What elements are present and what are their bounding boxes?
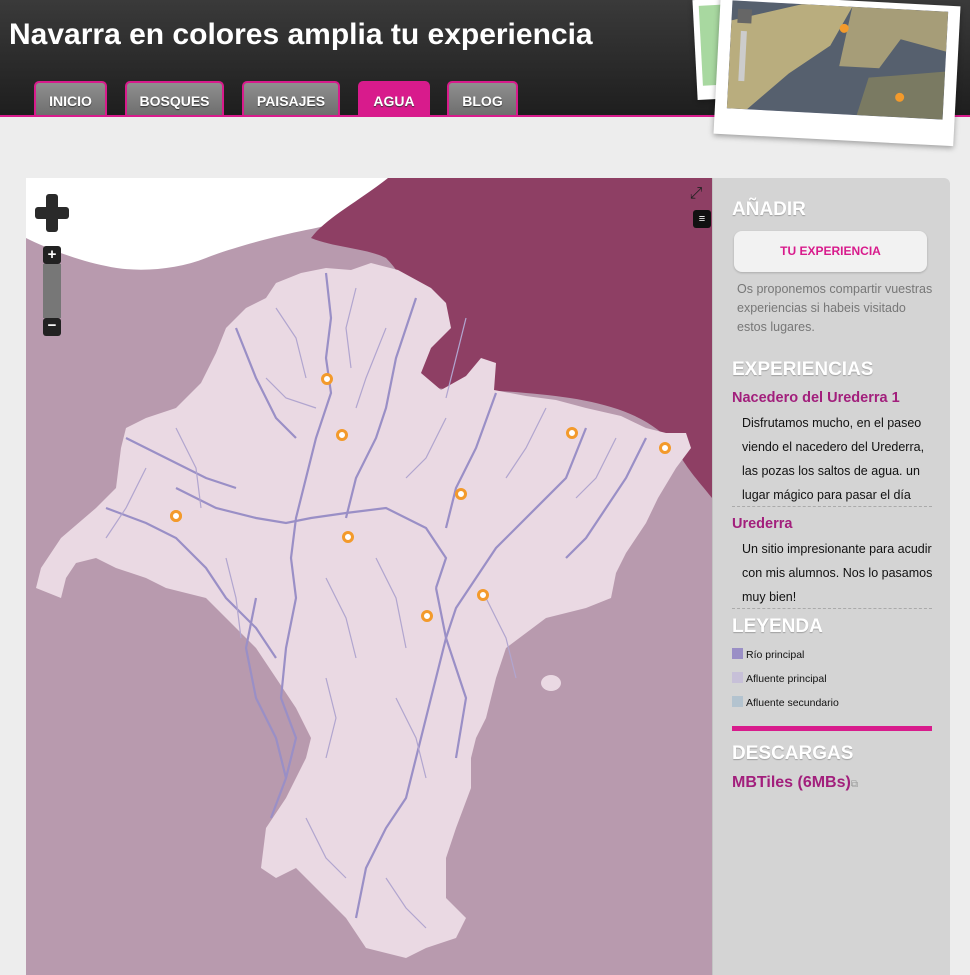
- pan-horizontal-arm: [35, 207, 69, 219]
- zoom-slider[interactable]: [43, 264, 61, 318]
- navarra-rivers-map[interactable]: + − ⤢ ≡: [26, 178, 712, 975]
- pan-control[interactable]: [35, 194, 69, 232]
- legend-label: Afluente secundario: [746, 697, 839, 709]
- add-heading: AÑADIR: [732, 199, 806, 220]
- divider: [732, 506, 932, 507]
- site-title: Navarra en colores amplia tu experiencia: [9, 18, 593, 51]
- legend-item: Afluente principal: [732, 672, 827, 686]
- experience-body: Disfrutamos mucho, en el paseo viendo el…: [742, 416, 925, 502]
- fullscreen-icon[interactable]: ⤢: [686, 184, 706, 204]
- legend-item: Río principal: [732, 648, 804, 662]
- sidebar: AÑADIR TU EXPERIENCIA Os proponemos comp…: [712, 178, 950, 975]
- nav-tab-bosques[interactable]: BOSQUES: [125, 81, 224, 115]
- mbtiles-download-link[interactable]: MBTiles (6MBs)⧉: [732, 774, 858, 792]
- nav-tab-inicio[interactable]: INICIO: [34, 81, 107, 115]
- external-link-icon: ⧉: [850, 779, 858, 790]
- downloads-heading: DESCARGAS: [732, 743, 854, 764]
- experiences-heading: EXPERIENCIAS: [732, 359, 874, 380]
- section-divider: [732, 726, 932, 731]
- experience-body: Un sitio impresionante para acudir con m…: [742, 542, 933, 604]
- legend-label: Río principal: [746, 649, 805, 661]
- legend-swatch: [732, 672, 743, 683]
- zoom-out-button[interactable]: −: [43, 318, 61, 336]
- add-experience-button[interactable]: TU EXPERIENCIA: [734, 231, 927, 272]
- legend-heading: LEYENDA: [732, 616, 823, 637]
- divider: [732, 608, 932, 609]
- nav-tab-paisajes[interactable]: PAISAJES: [242, 81, 340, 115]
- nav-tab-agua[interactable]: AGUA: [358, 81, 430, 115]
- zoom-in-button[interactable]: +: [43, 246, 61, 264]
- polaroid-map-thumbnail: [713, 0, 961, 147]
- layers-icon[interactable]: ≡: [693, 210, 711, 228]
- legend-label: Afluente principal: [746, 673, 827, 685]
- legend-item: Afluente secundario: [732, 696, 839, 710]
- legend-swatch: [732, 696, 743, 707]
- legend-swatch: [732, 648, 743, 659]
- nav-tab-blog[interactable]: BLOG: [447, 81, 518, 115]
- add-description: Os proponemos compartir vuestras experie…: [737, 282, 933, 334]
- experience-title[interactable]: Nacedero del Urederra 1: [732, 390, 900, 406]
- experience-title[interactable]: Urederra: [732, 516, 792, 532]
- download-link-label: MBTiles (6MBs): [732, 774, 851, 791]
